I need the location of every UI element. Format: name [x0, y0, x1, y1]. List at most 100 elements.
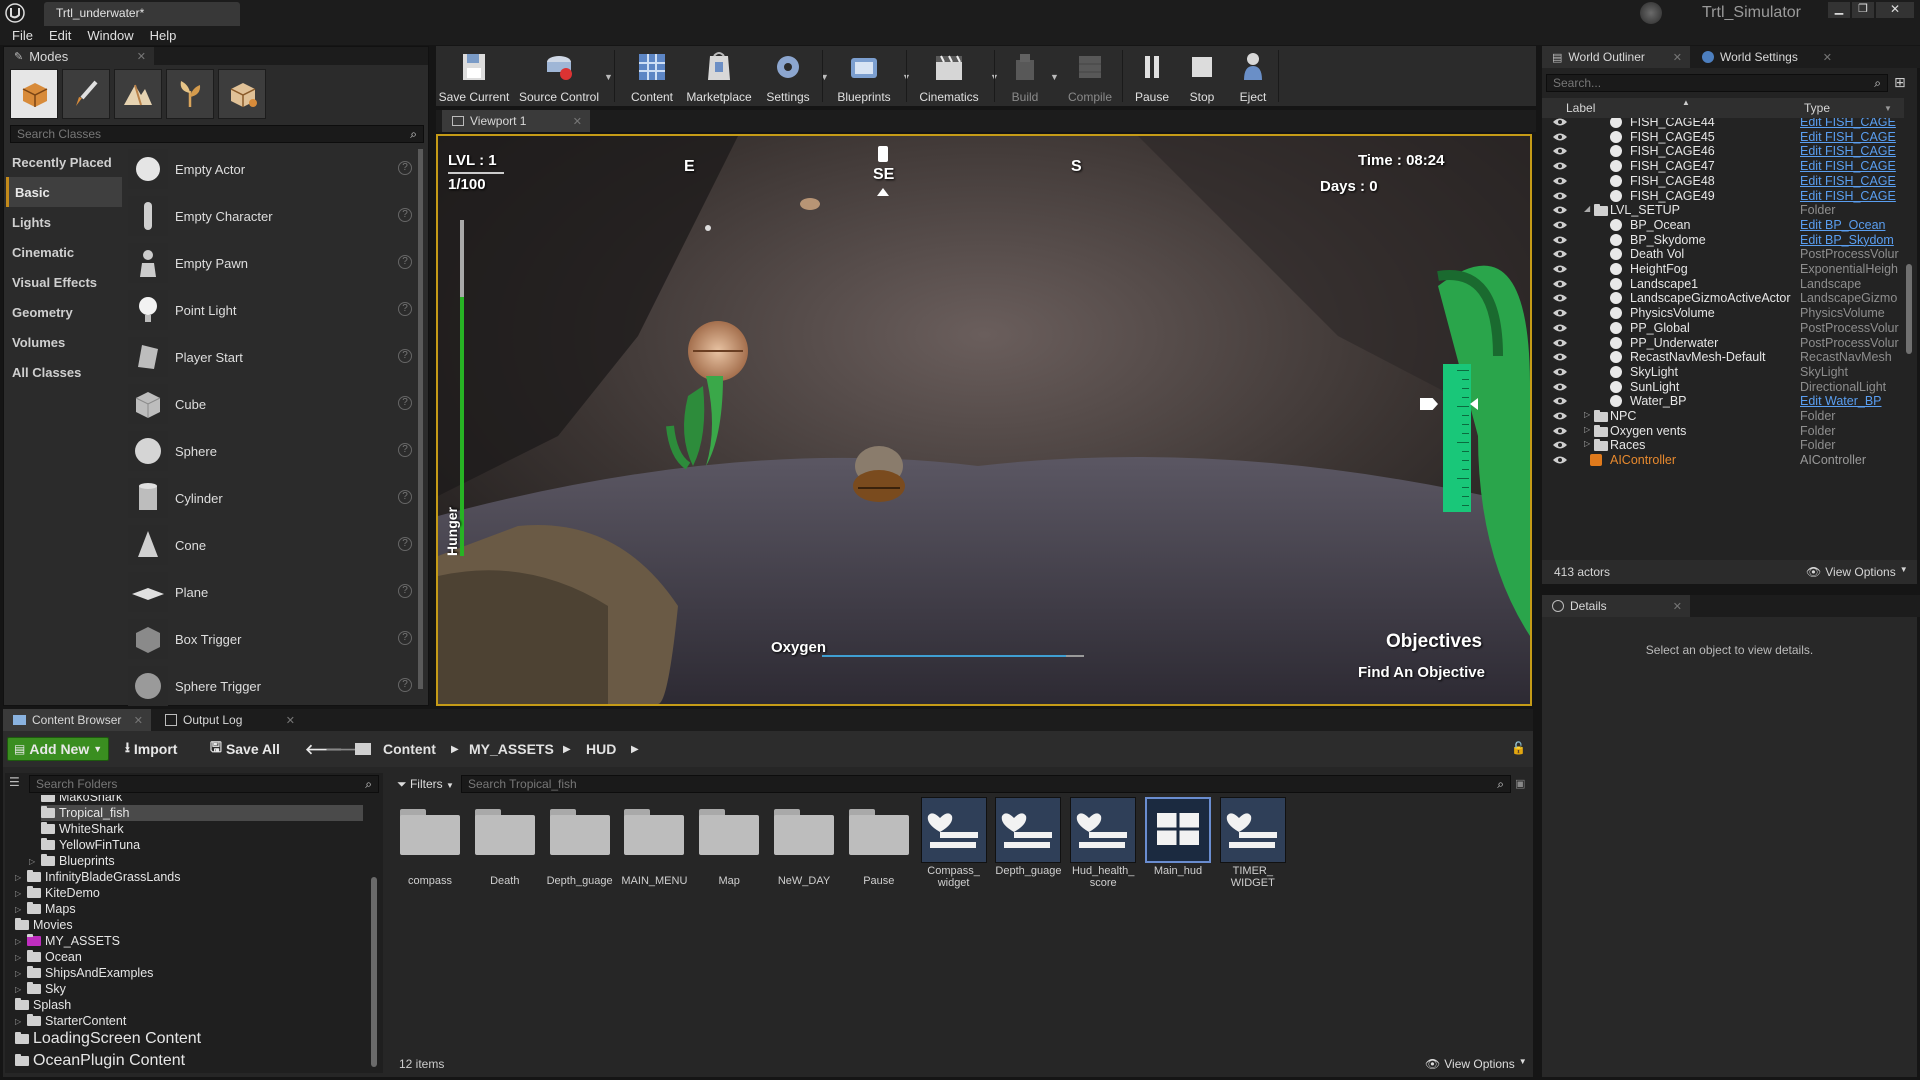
folder-sky[interactable]: ▷ Sky	[15, 981, 66, 997]
folder-maps[interactable]: ▷ Maps	[15, 901, 76, 917]
stop-button[interactable]: Stop	[1182, 46, 1222, 106]
asset-hud-health-score[interactable]: Hud_health_ score	[1070, 797, 1137, 889]
outliner-row-aicontroller[interactable]: AIController AIController	[1542, 452, 1902, 470]
outliner-type[interactable]: Edit FISH_CAGE	[1800, 118, 1904, 129]
close-icon[interactable]: ✕	[1673, 51, 1682, 64]
collapsed-arrow-icon[interactable]: ▷	[1584, 425, 1590, 434]
breadcrumb-content[interactable]: Content	[383, 741, 436, 757]
visibility-eye-icon[interactable]	[1552, 249, 1568, 259]
column-label[interactable]: Label	[1566, 101, 1595, 115]
outliner-type[interactable]: Edit FISH_CAGE	[1800, 144, 1904, 158]
paint-mode-button[interactable]	[62, 69, 110, 119]
save-search-icon[interactable]: ▣	[1515, 777, 1525, 790]
close-icon[interactable]: ✕	[573, 115, 582, 128]
breadcrumb-my-assets[interactable]: MY_ASSETS	[469, 741, 554, 757]
visibility-eye-icon[interactable]	[1552, 264, 1568, 274]
asset-timer-widget[interactable]: TIMER_ WIDGET	[1219, 797, 1286, 889]
asset-pause[interactable]: Pause	[846, 807, 912, 887]
visibility-eye-icon[interactable]	[1552, 161, 1568, 171]
close-icon[interactable]: ✕	[286, 714, 295, 727]
class-search-input[interactable]: Search Classes ⌕	[10, 125, 424, 143]
asset-new-day[interactable]: NeW_DAY	[771, 807, 837, 887]
visibility-eye-icon[interactable]	[1552, 205, 1568, 215]
tab-world-outliner[interactable]: ▤ World Outliner ✕	[1542, 46, 1690, 68]
folder-blueprints[interactable]: ▷ Blueprints	[29, 853, 115, 869]
place-item-empty-actor[interactable]: Empty Actor?	[128, 147, 418, 191]
asset-depth-guage[interactable]: Depth_guage	[547, 807, 613, 887]
help-icon[interactable]: ?	[398, 537, 412, 551]
asset-compass[interactable]: compass	[397, 807, 463, 887]
import-button[interactable]: ⭳ Import	[125, 737, 177, 761]
pause-button[interactable]: Pause	[1126, 46, 1178, 106]
breadcrumb-separator-icon[interactable]: ▶	[631, 744, 639, 755]
place-mode-button[interactable]	[10, 69, 58, 119]
menu-edit[interactable]: Edit	[41, 26, 79, 45]
place-item-player-start[interactable]: Player Start?	[128, 335, 418, 379]
expand-arrow-icon[interactable]: ▷	[15, 873, 23, 882]
expand-arrow-icon[interactable]: ▷	[15, 953, 23, 962]
place-item-cube[interactable]: Cube?	[128, 382, 418, 426]
visibility-eye-icon[interactable]	[1552, 191, 1568, 201]
breadcrumb-separator-icon[interactable]: ▶	[451, 744, 459, 755]
help-icon[interactable]: ?	[398, 631, 412, 645]
tab-viewport-1[interactable]: Viewport 1 ✕	[442, 110, 590, 132]
folder-kitedemo[interactable]: ▷ KiteDemo	[15, 885, 100, 901]
content-button[interactable]: Content	[626, 46, 678, 106]
close-button[interactable]: ✕	[1876, 2, 1914, 18]
outliner-scrollbar[interactable]	[1906, 264, 1912, 354]
folder-tree-scrollbar[interactable]	[371, 877, 377, 1067]
visibility-eye-icon[interactable]	[1552, 146, 1568, 156]
level-tab[interactable]: Trtl_underwater*	[44, 2, 240, 26]
column-type[interactable]: Type	[1804, 101, 1830, 115]
asset-main-menu[interactable]: MAIN_MENU	[621, 807, 687, 887]
place-list-scrollbar[interactable]	[418, 149, 423, 689]
help-icon[interactable]: ?	[398, 584, 412, 598]
settings-button[interactable]: Settings	[758, 46, 818, 106]
geometry-edit-mode-button[interactable]	[218, 69, 266, 119]
visibility-eye-icon[interactable]	[1552, 132, 1568, 142]
visibility-eye-icon[interactable]	[1552, 220, 1568, 230]
source-control-button[interactable]: Source Control	[516, 46, 602, 106]
folder-makoshark[interactable]: MakoShark	[41, 795, 122, 805]
visibility-eye-icon[interactable]	[1552, 308, 1568, 318]
outliner-type[interactable]: Edit FISH_CAGE	[1800, 189, 1904, 203]
view-options-button[interactable]: 👁 View Options ▼	[1425, 1057, 1527, 1071]
visibility-eye-icon[interactable]	[1552, 367, 1568, 377]
category-lights[interactable]: Lights	[6, 207, 122, 237]
visibility-eye-icon[interactable]	[1552, 440, 1568, 450]
place-item-box-trigger[interactable]: Box Trigger?	[128, 617, 418, 661]
visibility-eye-icon[interactable]	[1552, 426, 1568, 436]
game-viewport[interactable]: LVL : 1 1/100 E SE S Time : 08:24 Days :…	[436, 134, 1532, 706]
save-all-button[interactable]: 🖫 Save All	[210, 737, 280, 761]
outliner-type[interactable]: Edit BP_Skydom	[1800, 233, 1904, 247]
collapsed-arrow-icon[interactable]: ▷	[1584, 410, 1590, 419]
expand-arrow-icon[interactable]: ▷	[15, 985, 23, 994]
visibility-eye-icon[interactable]	[1552, 293, 1568, 303]
lock-icon[interactable]: 🔓	[1511, 741, 1526, 755]
place-item-empty-pawn[interactable]: Empty Pawn?	[128, 241, 418, 285]
landscape-mode-button[interactable]	[114, 69, 162, 119]
menu-help[interactable]: Help	[142, 26, 185, 45]
help-icon[interactable]: ?	[398, 208, 412, 222]
visibility-eye-icon[interactable]	[1552, 279, 1568, 289]
close-icon[interactable]: ✕	[134, 714, 143, 727]
place-item-sphere-trigger[interactable]: Sphere Trigger?	[128, 664, 418, 708]
asset-map[interactable]: Map	[696, 807, 762, 887]
place-item-plane[interactable]: Plane?	[128, 570, 418, 614]
category-cinematic[interactable]: Cinematic	[6, 237, 122, 267]
category-visual-effects[interactable]: Visual Effects	[6, 267, 122, 297]
minimize-button[interactable]: ▁	[1828, 2, 1850, 18]
folder-my-assets[interactable]: ▷ MY_ASSETS	[15, 933, 120, 949]
breadcrumb-hud[interactable]: HUD	[586, 741, 616, 757]
expand-arrow-icon[interactable]: ▷	[29, 857, 37, 866]
place-item-empty-character[interactable]: Empty Character?	[128, 194, 418, 238]
outliner-view-options-button[interactable]: 👁 View Options ▼	[1806, 565, 1908, 579]
folder-tropical-fish[interactable]: Tropical_fish	[41, 805, 363, 821]
help-icon[interactable]: ?	[398, 396, 412, 410]
tab-world-settings[interactable]: World Settings ✕	[1692, 46, 1840, 68]
folder-shipsandexamples[interactable]: ▷ ShipsAndExamples	[15, 965, 153, 981]
category-all-classes[interactable]: All Classes	[6, 357, 122, 387]
visibility-eye-icon[interactable]	[1552, 235, 1568, 245]
build-button[interactable]: Build	[1002, 46, 1048, 106]
help-icon[interactable]: ?	[398, 255, 412, 269]
